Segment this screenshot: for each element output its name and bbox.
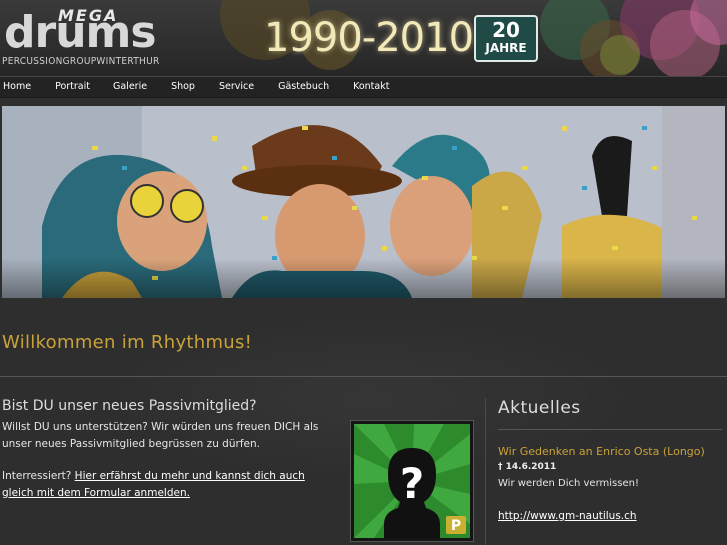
site-logo[interactable]: MEGA drums PERCUSSIONGROUPWINTERTHUR (2, 6, 174, 70)
logo-subtitle: PERCUSSIONGROUPWINTERTHUR (2, 56, 160, 67)
nav-item-kontakt[interactable]: Kontakt (353, 77, 389, 97)
passiv-heading: Bist DU unser neues Passivmitglied? (2, 398, 257, 414)
anniversary-years: 1990-2010 (264, 15, 474, 61)
hero-banner-image (2, 106, 725, 298)
nav-item-shop[interactable]: Shop (171, 77, 195, 97)
anniversary-badge: 20 JAHRE (474, 15, 538, 62)
news-title: Wir Gedenken an Enrico Osta (Longo) (498, 445, 705, 458)
badge-text: JAHRE (485, 41, 527, 55)
news-text: Wir werden Dich vermissen! (498, 478, 639, 489)
welcome-heading: Willkommen im Rhythmus! (2, 332, 253, 353)
logo-drums-text: drums (4, 7, 157, 58)
badge-number: 20 (492, 18, 520, 42)
aktuelles-divider (498, 429, 722, 430)
aktuelles-heading: Aktuelles (498, 398, 581, 418)
site-header: MEGA drums PERCUSSIONGROUPWINTERTHUR 199… (0, 0, 727, 76)
nav-item-gaestebuch[interactable]: Gästebuch (278, 77, 329, 97)
p-badge-letter: P (451, 518, 461, 534)
passiv-cta-prefix: Interressiert? (2, 470, 75, 482)
question-mark: ? (400, 459, 424, 508)
passivmitglied-icon: ? P (354, 424, 470, 538)
passiv-cta: Interressiert? Hier erfährst du mehr und… (2, 468, 332, 501)
main-navigation: Home Portrait Galerie Shop Service Gäste… (0, 76, 727, 98)
nav-item-home[interactable]: Home (3, 77, 31, 97)
nav-item-galerie[interactable]: Galerie (113, 77, 147, 97)
news-date: † 14.6.2011 (498, 462, 557, 472)
passiv-intro: Willst DU uns unterstützen? Wir würden u… (2, 421, 319, 450)
nav-item-service[interactable]: Service (219, 77, 254, 97)
passiv-text: Willst DU uns unterstützen? Wir würden u… (2, 419, 332, 501)
news-link[interactable]: http://www.gm-nautilus.ch (498, 510, 637, 522)
nav-item-portrait[interactable]: Portrait (55, 77, 90, 97)
passivmitglied-image[interactable]: ? P (350, 420, 474, 542)
divider (0, 376, 727, 377)
column-divider (485, 398, 486, 545)
